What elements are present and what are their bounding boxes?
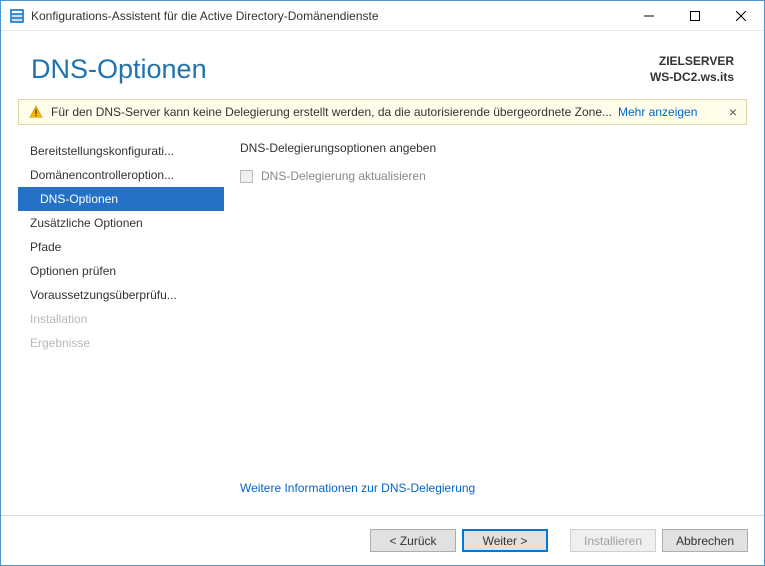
window-controls	[626, 1, 764, 30]
dns-delegation-checkbox-label: DNS-Delegierung aktualisieren	[261, 169, 426, 183]
warning-show-more-link[interactable]: Mehr anzeigen	[618, 105, 697, 119]
titlebar: Konfigurations-Assistent für die Active …	[1, 1, 764, 31]
step-prereq-check[interactable]: Voraussetzungsüberprüfu...	[18, 283, 224, 307]
wizard-window: Konfigurations-Assistent für die Active …	[0, 0, 765, 566]
close-button[interactable]	[718, 1, 764, 30]
app-icon	[9, 8, 25, 24]
header-section: DNS-Optionen ZIELSERVER WS-DC2.ws.its	[1, 31, 764, 99]
step-deployment-config[interactable]: Bereitstellungskonfigurati...	[18, 139, 224, 163]
more-info-link[interactable]: Weitere Informationen zur DNS-Delegierun…	[240, 481, 731, 513]
body-columns: Bereitstellungskonfigurati... Domänencon…	[1, 125, 764, 515]
step-installation: Installation	[18, 307, 224, 331]
step-dc-options[interactable]: Domänencontrolleroption...	[18, 163, 224, 187]
wizard-steps-sidebar: Bereitstellungskonfigurati... Domänencon…	[18, 139, 224, 515]
maximize-button[interactable]	[672, 1, 718, 30]
target-label: ZIELSERVER	[650, 53, 734, 69]
step-results: Ergebnisse	[18, 331, 224, 355]
warning-banner: Für den DNS-Server kann keine Delegierun…	[18, 99, 747, 125]
target-server-name: WS-DC2.ws.its	[650, 69, 734, 85]
warning-close-button[interactable]: ×	[724, 104, 742, 120]
step-additional-options[interactable]: Zusätzliche Optionen	[18, 211, 224, 235]
warning-text: Für den DNS-Server kann keine Delegierun…	[51, 105, 612, 119]
next-button[interactable]: Weiter >	[462, 529, 548, 552]
install-button: Installieren	[570, 529, 656, 552]
dns-delegation-checkbox-row: DNS-Delegierung aktualisieren	[240, 169, 731, 183]
window-title: Konfigurations-Assistent für die Active …	[31, 9, 626, 23]
button-bar: < Zurück Weiter > Installieren Abbrechen	[1, 515, 764, 565]
page-title: DNS-Optionen	[31, 54, 207, 85]
step-dns-options[interactable]: DNS-Optionen	[18, 187, 224, 211]
dns-delegation-checkbox	[240, 170, 253, 183]
step-paths[interactable]: Pfade	[18, 235, 224, 259]
target-server-block: ZIELSERVER WS-DC2.ws.its	[650, 53, 734, 85]
warning-icon	[29, 105, 43, 119]
main-content: DNS-Delegierungsoptionen angeben DNS-Del…	[224, 139, 747, 515]
section-heading: DNS-Delegierungsoptionen angeben	[240, 141, 731, 155]
minimize-button[interactable]	[626, 1, 672, 30]
back-button[interactable]: < Zurück	[370, 529, 456, 552]
cancel-button[interactable]: Abbrechen	[662, 529, 748, 552]
step-review-options[interactable]: Optionen prüfen	[18, 259, 224, 283]
